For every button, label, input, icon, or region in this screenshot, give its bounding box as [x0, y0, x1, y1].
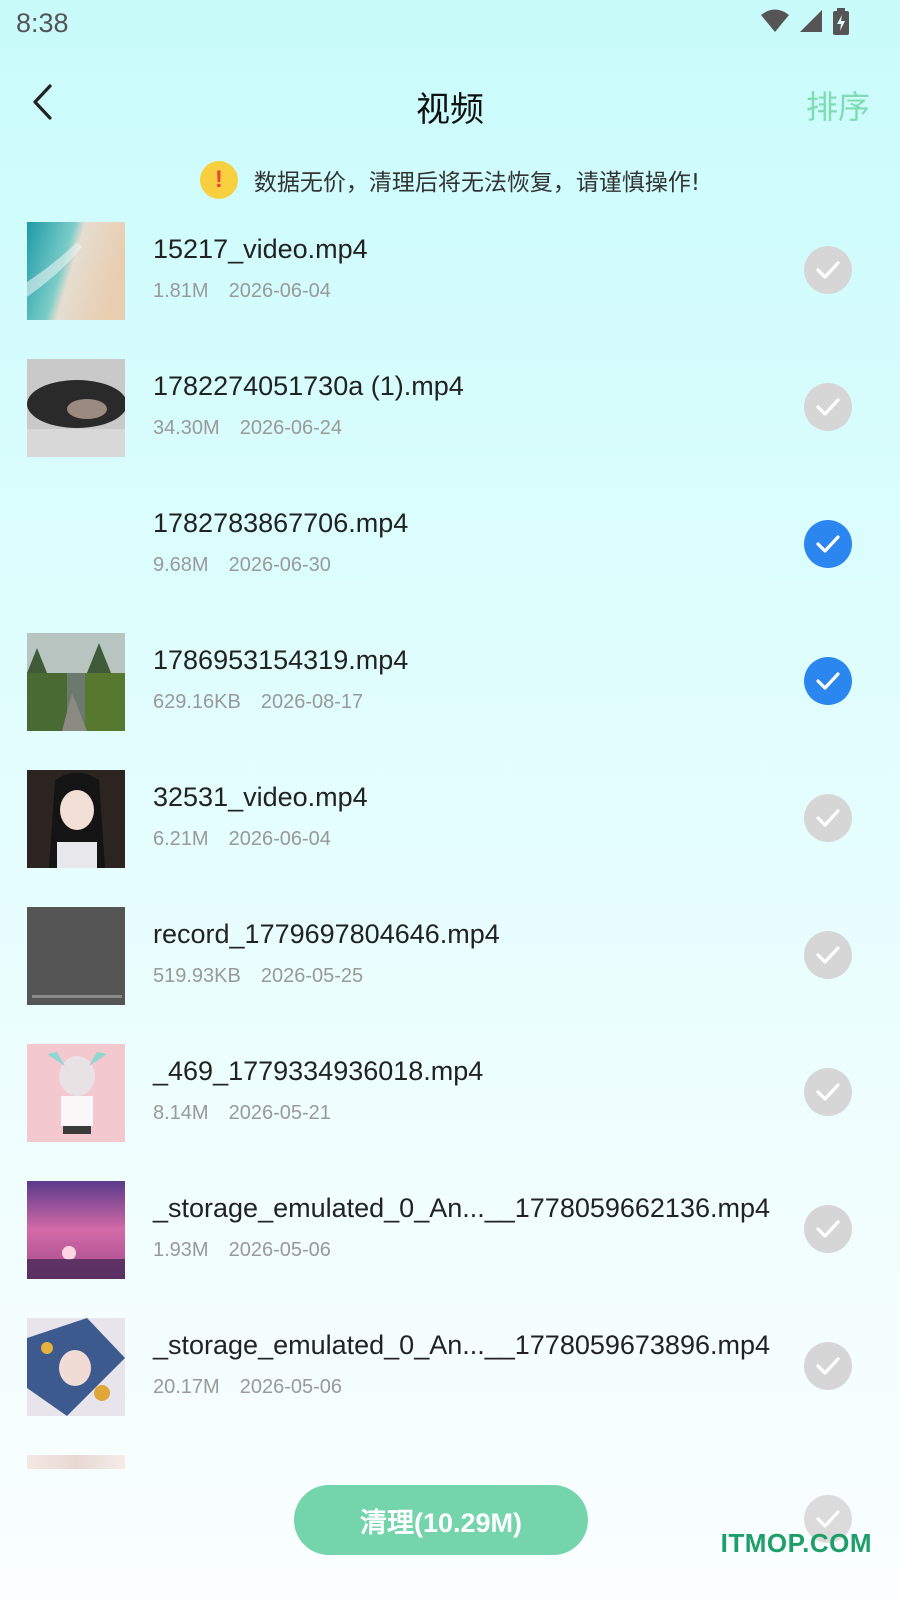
file-name: 15217_video.mp4 — [153, 234, 368, 264]
select-checkbox[interactable] — [804, 246, 852, 294]
file-name: _469_1779334936018.mp4 — [153, 1056, 484, 1086]
warning-banner: ! 数据无价，清理后将无法恢复，请谨慎操作! — [0, 160, 900, 200]
file-name: record_1779697804646.mp4 — [153, 919, 500, 949]
file-date: 2026-06-30 — [228, 554, 331, 576]
file-meta: 629.16KB 2026-08-17 — [153, 691, 363, 714]
file-row[interactable]: 15217_video.mp4 1.81M 2026-06-04 — [0, 220, 900, 357]
select-checkbox[interactable] — [804, 1205, 852, 1253]
video-thumbnail — [27, 359, 125, 457]
file-meta: 34.30M 2026-06-24 — [153, 417, 342, 440]
checkmark-icon — [816, 672, 840, 690]
partial-video-thumbnail — [27, 1455, 125, 1469]
file-meta: 8.14M 2026-05-21 — [153, 1102, 331, 1125]
file-meta: 6.21M 2026-06-04 — [153, 828, 331, 851]
select-checkbox[interactable] — [804, 1342, 852, 1390]
file-row[interactable]: _storage_emulated_0_An...__1778059662136… — [0, 1179, 900, 1316]
file-size: 9.68M — [153, 554, 209, 576]
status-bar: 8:38 — [0, 0, 900, 50]
warning-text: 数据无价，清理后将无法恢复，请谨慎操作! — [253, 170, 701, 196]
file-row[interactable]: 32531_video.mp4 6.21M 2026-06-04 — [0, 768, 900, 905]
file-row[interactable]: _469_1779334936018.mp4 8.14M 2026-05-21 — [0, 1042, 900, 1179]
file-size: 519.93KB — [153, 965, 241, 987]
select-checkbox[interactable] — [804, 794, 852, 842]
checkmark-icon — [816, 1510, 840, 1528]
file-date: 2026-05-21 — [228, 1102, 331, 1124]
page-title: 视频 — [416, 90, 484, 130]
file-date: 2026-05-06 — [228, 1239, 331, 1261]
file-date: 2026-06-04 — [228, 828, 331, 850]
file-size: 34.30M — [153, 417, 220, 439]
select-checkbox[interactable] — [804, 520, 852, 568]
file-name: 1782783867706.mp4 — [153, 508, 409, 538]
file-date: 2026-05-06 — [239, 1376, 343, 1398]
warning-icon: ! — [199, 161, 238, 199]
select-checkbox[interactable] — [804, 931, 852, 979]
file-date: 2026-06-24 — [239, 417, 343, 439]
select-checkbox[interactable] — [804, 383, 852, 431]
file-date: 2026-06-04 — [228, 280, 331, 302]
file-name: _storage_emulated_0_An...__1778059673896… — [153, 1330, 771, 1360]
video-thumbnail — [27, 496, 125, 594]
video-thumbnail — [27, 1044, 125, 1142]
checkmark-icon — [816, 1357, 840, 1375]
file-name: 1782274051730a (1).mp4 — [153, 371, 464, 401]
file-name: 1786953154319.mp4 — [153, 645, 409, 675]
sort-button[interactable]: 排序 — [806, 82, 870, 128]
clean-button[interactable]: 清理(10.29M) — [294, 1485, 588, 1555]
video-thumbnail — [27, 770, 125, 868]
file-meta: 519.93KB 2026-05-25 — [153, 965, 363, 988]
file-size: 8.14M — [153, 1102, 209, 1124]
video-thumbnail — [27, 907, 125, 1005]
select-checkbox[interactable] — [804, 1068, 852, 1116]
header: 视频 排序 — [0, 70, 900, 140]
file-size: 6.21M — [153, 828, 209, 850]
file-meta: 1.81M 2026-06-04 — [153, 280, 331, 303]
file-name: _storage_emulated_0_An...__1778059662136… — [153, 1193, 771, 1223]
file-date: 2026-08-17 — [260, 691, 364, 713]
file-meta: 20.17M 2026-05-06 — [153, 1376, 342, 1399]
file-row[interactable]: _storage_emulated_0_An...__1778059673896… — [0, 1316, 900, 1453]
file-size: 20.17M — [153, 1376, 220, 1398]
file-date: 2026-05-25 — [260, 965, 364, 987]
battery-charging-icon — [832, 8, 850, 40]
status-time: 8:38 — [16, 8, 69, 38]
file-size: 1.93M — [153, 1239, 209, 1261]
checkmark-icon — [816, 946, 840, 964]
checkmark-icon — [816, 809, 840, 827]
video-thumbnail — [27, 1318, 125, 1416]
video-thumbnail — [27, 1181, 125, 1279]
checkmark-icon — [816, 261, 840, 279]
file-meta: 1.93M 2026-05-06 — [153, 1239, 331, 1262]
file-row[interactable]: 1782274051730a (1).mp4 34.30M 2026-06-24 — [0, 357, 900, 494]
video-file-list: 15217_video.mp4 1.81M 2026-06-04 17822740… — [0, 220, 900, 1453]
file-name: 32531_video.mp4 — [153, 782, 368, 812]
file-size: 1.81M — [153, 280, 209, 302]
checkmark-icon — [816, 398, 840, 416]
wifi-icon — [760, 8, 790, 38]
select-checkbox[interactable] — [804, 657, 852, 705]
checkmark-icon — [816, 1083, 840, 1101]
watermark: ITMOP.COM — [720, 1528, 872, 1558]
file-meta: 9.68M 2026-06-30 — [153, 554, 331, 577]
checkmark-icon — [816, 535, 840, 553]
video-thumbnail — [27, 633, 125, 731]
status-icons — [760, 8, 850, 40]
file-row[interactable]: record_1779697804646.mp4 519.93KB 2026-05… — [0, 905, 900, 1042]
file-row[interactable]: 1786953154319.mp4 629.16KB 2026-08-17 — [0, 631, 900, 768]
checkmark-icon — [816, 1220, 840, 1238]
file-size: 629.16KB — [153, 691, 241, 713]
signal-icon — [798, 8, 824, 38]
video-thumbnail — [27, 222, 125, 320]
file-row[interactable]: 1782783867706.mp4 9.68M 2026-06-30 — [0, 494, 900, 631]
